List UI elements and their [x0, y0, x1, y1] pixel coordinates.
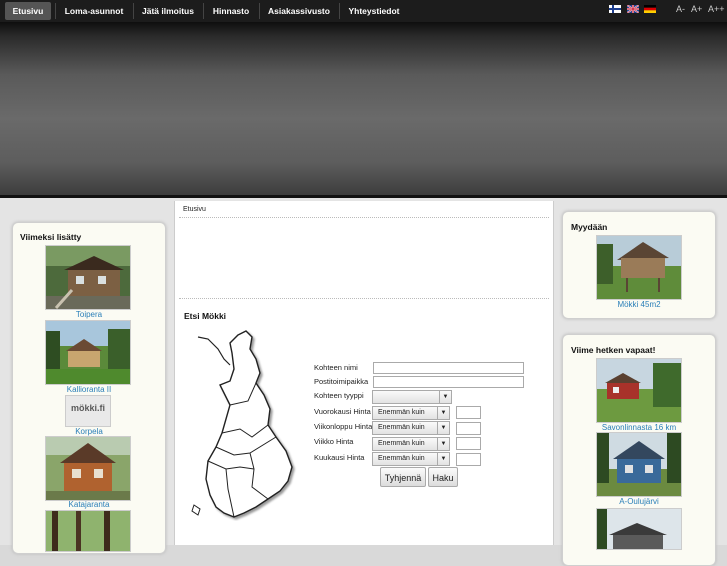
chevron-down-icon: ▼: [439, 391, 451, 403]
uk-flag-icon[interactable]: [627, 5, 639, 13]
breadcrumb[interactable]: Etusivu: [183, 206, 206, 213]
last-minute-box: Viime hetken vapaat! Savonlinnasta 16 km…: [562, 334, 716, 566]
type-select[interactable]: ▼: [372, 390, 452, 404]
week-price-select[interactable]: Enemmän kuin ▼: [372, 437, 450, 451]
nav-etusivu[interactable]: Etusivu: [5, 2, 51, 20]
select-value: Enemmän kuin: [378, 440, 425, 447]
select-value: Enemmän kuin: [378, 424, 425, 431]
search-button[interactable]: Haku: [428, 467, 458, 487]
cottage-thumbnail[interactable]: [596, 432, 682, 497]
week-price-input[interactable]: [456, 437, 481, 450]
recent-item-link[interactable]: Korpela: [13, 427, 165, 436]
divider: [179, 217, 549, 218]
day-price-label: Vuorokausi Hinta: [314, 407, 371, 416]
clear-button[interactable]: Tyhjennä: [380, 467, 426, 487]
select-value: Enemmän kuin: [378, 409, 425, 416]
top-nav: Etusivu Loma-asunnot Jätä ilmoitus Hinna…: [0, 0, 727, 23]
divider: [179, 298, 549, 299]
chevron-down-icon: ▼: [437, 453, 449, 465]
name-label: Kohteen nimi: [314, 363, 358, 372]
chevron-down-icon: ▼: [437, 407, 449, 419]
select-value: Enemmän kuin: [378, 455, 425, 462]
main-content: Etusivu Etsi Mökki Kohteen nimi Postitoi…: [174, 201, 554, 545]
day-price-select[interactable]: Enemmän kuin ▼: [372, 406, 450, 420]
nav-separator: [339, 3, 340, 19]
nav-separator: [133, 3, 134, 19]
cottage-thumbnail[interactable]: [45, 510, 131, 552]
recent-item-link[interactable]: Kallioranta II: [13, 385, 165, 394]
chevron-down-icon: ▼: [437, 422, 449, 434]
nav-asiakassivusto[interactable]: Asiakassivusto: [264, 2, 334, 20]
recently-added-box: Viimeksi lisätty Toipera Kallioranta II …: [12, 222, 166, 554]
day-price-input[interactable]: [456, 406, 481, 419]
finland-map[interactable]: [190, 329, 302, 521]
cottage-thumbnail[interactable]: [596, 508, 682, 550]
week-price-label: Viikko Hinta: [314, 437, 354, 446]
font-smaller-button[interactable]: A-: [676, 4, 685, 14]
month-price-input[interactable]: [456, 453, 481, 466]
nav-separator: [55, 3, 56, 19]
recently-added-title: Viimeksi lisätty: [20, 232, 82, 242]
weekend-price-input[interactable]: [456, 422, 481, 435]
postoffice-input[interactable]: [373, 376, 524, 388]
chevron-down-icon: ▼: [437, 438, 449, 450]
search-title: Etsi Mökki: [184, 311, 227, 321]
mokki-logo[interactable]: mökki.fi: [65, 395, 111, 427]
cottage-thumbnail[interactable]: [45, 436, 131, 501]
for-sale-box: Myydään Mökki 45m2: [562, 211, 716, 319]
last-minute-item-link[interactable]: A-Oulujärvi: [563, 497, 715, 506]
sale-item-link[interactable]: Mökki 45m2: [563, 300, 715, 309]
cottage-thumbnail[interactable]: [596, 358, 682, 423]
cottage-thumbnail[interactable]: [45, 320, 131, 385]
cottage-thumbnail[interactable]: [45, 245, 131, 310]
for-sale-title: Myydään: [571, 222, 608, 232]
name-input[interactable]: [373, 362, 524, 374]
nav-separator: [259, 3, 260, 19]
month-price-select[interactable]: Enemmän kuin ▼: [372, 452, 450, 466]
month-price-label: Kuukausi Hinta: [314, 453, 365, 462]
last-minute-item-link[interactable]: Savonlinnasta 16 km: [563, 423, 715, 432]
recent-item-link[interactable]: Toipera: [13, 310, 165, 319]
nav-yhteystiedot[interactable]: Yhteystiedot: [344, 2, 404, 20]
nav-hinnasto[interactable]: Hinnasto: [208, 2, 254, 20]
postoffice-label: Postitoimipaikka: [314, 377, 369, 386]
header-banner: [0, 22, 727, 198]
weekend-price-select[interactable]: Enemmän kuin ▼: [372, 421, 450, 435]
nav-loma-asunnot[interactable]: Loma-asunnot: [60, 2, 128, 20]
font-larger-button[interactable]: A+: [691, 4, 702, 14]
recent-item-link[interactable]: Katajaranta: [13, 500, 165, 509]
cottage-thumbnail[interactable]: [596, 235, 682, 300]
fi-flag-icon[interactable]: [609, 5, 621, 13]
de-flag-icon[interactable]: [644, 5, 656, 13]
last-minute-title: Viime hetken vapaat!: [571, 345, 656, 355]
type-label: Kohteen tyyppi: [314, 391, 364, 400]
font-largest-button[interactable]: A++: [708, 4, 725, 14]
nav-jata-ilmoitus[interactable]: Jätä ilmoitus: [138, 2, 198, 20]
nav-separator: [203, 3, 204, 19]
weekend-price-label: Viikonloppu Hinta: [314, 422, 373, 431]
